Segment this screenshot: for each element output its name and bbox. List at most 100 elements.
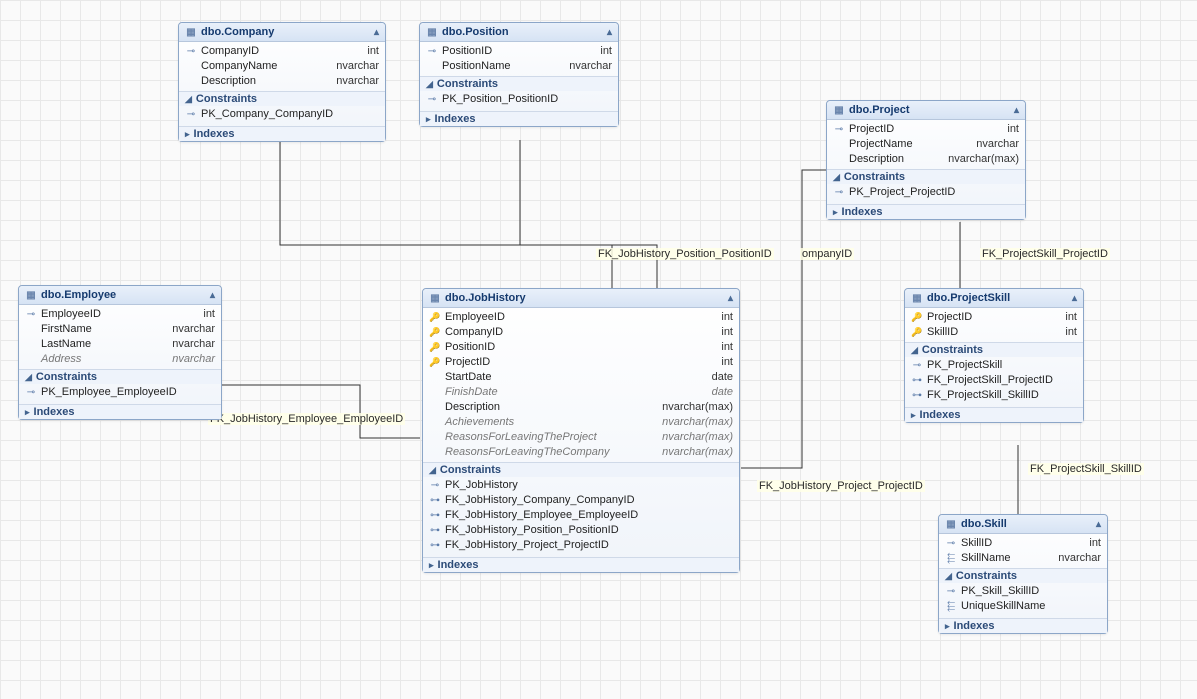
collapse-icon[interactable]: ▴: [374, 27, 379, 38]
table-name: dbo.JobHistory: [445, 292, 526, 304]
rel-label-jh-employee: FK_JobHistory_Employee_EmployeeID: [208, 413, 405, 425]
constraints-header[interactable]: ◢Constraints: [939, 569, 1107, 583]
constraint-row: PK_JobHistory: [423, 478, 739, 493]
column-row: PositionIDint: [420, 44, 618, 59]
table-title-jobhistory[interactable]: dbo.JobHistory ▴: [423, 289, 739, 308]
table-name: dbo.ProjectSkill: [927, 292, 1010, 304]
indexes-header[interactable]: ▸Indexes: [19, 405, 221, 419]
column-row: CompanyNamenvarchar: [179, 59, 385, 74]
indexes-header[interactable]: ▸Indexes: [939, 619, 1107, 633]
unique-icon: ⬱: [945, 551, 957, 566]
table-icon: [185, 27, 197, 38]
constraint-row: FK_JobHistory_Company_CompanyID: [423, 493, 739, 508]
constraint-row: PK_Company_CompanyID: [179, 107, 385, 122]
table-skill[interactable]: dbo.Skill ▴ SkillIDint ⬱SkillNamenvarcha…: [938, 514, 1108, 634]
indexes-header[interactable]: ▸Indexes: [420, 112, 618, 126]
rel-label-jh-project: FK_JobHistory_Project_ProjectID: [757, 480, 925, 492]
collapse-icon[interactable]: ▴: [1072, 293, 1077, 304]
column-row: Descriptionnvarchar: [179, 74, 385, 89]
column-row: FinishDatedate: [423, 385, 739, 400]
indexes-header[interactable]: ▸Indexes: [423, 558, 739, 572]
rel-label-jh-position: FK_JobHistory_Position_PositionID: [596, 248, 774, 260]
constraints-section: ◢Constraints PK_Company_CompanyID: [179, 91, 385, 124]
constraints-header[interactable]: ◢Constraints: [423, 463, 739, 477]
column-row: ReasonsForLeavingTheCompanynvarchar(max): [423, 445, 739, 460]
column-row: ProjectNamenvarchar: [827, 137, 1025, 152]
table-employee[interactable]: dbo.Employee ▴ EmployeeIDint FirstNamenv…: [18, 285, 222, 420]
collapse-icon[interactable]: ▴: [607, 27, 612, 38]
rel-label-ps-skill: FK_ProjectSkill_SkillID: [1028, 463, 1144, 475]
table-projectskill[interactable]: dbo.ProjectSkill ▴ ProjectIDint SkillIDi…: [904, 288, 1084, 423]
column-row: PositionIDint: [423, 340, 739, 355]
table-company[interactable]: dbo.Company ▴ CompanyIDint CompanyNamenv…: [178, 22, 386, 142]
table-name: dbo.Position: [442, 26, 509, 38]
column-row: ProjectIDint: [423, 355, 739, 370]
column-row: CompanyIDint: [423, 325, 739, 340]
column-row: Achievementsnvarchar(max): [423, 415, 739, 430]
column-row: ⬱SkillNamenvarchar: [939, 551, 1107, 566]
constraint-row: PK_Employee_EmployeeID: [19, 385, 221, 400]
table-project[interactable]: dbo.Project ▴ ProjectIDint ProjectNamenv…: [826, 100, 1026, 220]
table-title-skill[interactable]: dbo.Skill ▴: [939, 515, 1107, 534]
table-icon: [25, 290, 37, 301]
column-row: Addressnvarchar: [19, 352, 221, 367]
pk-icon: [426, 44, 438, 59]
constraints-header[interactable]: ◢Constraints: [905, 343, 1083, 357]
constraints-header[interactable]: ◢Constraints: [19, 370, 221, 384]
indexes-header[interactable]: ▸Indexes: [827, 205, 1025, 219]
constraint-row: FK_ProjectSkill_ProjectID: [905, 373, 1083, 388]
table-icon: [945, 519, 957, 530]
collapse-icon[interactable]: ▴: [1014, 105, 1019, 116]
constraint-row: FK_JobHistory_Project_ProjectID: [423, 538, 739, 553]
column-row: Descriptionnvarchar(max): [827, 152, 1025, 167]
column-row: PositionNamenvarchar: [420, 59, 618, 74]
table-position[interactable]: dbo.Position ▴ PositionIDint PositionNam…: [419, 22, 619, 127]
constraint-row: PK_ProjectSkill: [905, 358, 1083, 373]
table-title-employee[interactable]: dbo.Employee ▴: [19, 286, 221, 305]
column-row: ProjectIDint: [827, 122, 1025, 137]
table-title-company[interactable]: dbo.Company ▴: [179, 23, 385, 42]
constraint-row: FK_JobHistory_Position_PositionID: [423, 523, 739, 538]
column-row: LastNamenvarchar: [19, 337, 221, 352]
table-icon: [833, 105, 845, 116]
unique-icon: ⬱: [945, 599, 957, 614]
column-row: SkillIDint: [905, 325, 1083, 340]
rel-label-ps-project: FK_ProjectSkill_ProjectID: [980, 248, 1110, 260]
constraint-row: PK_Position_PositionID: [420, 92, 618, 107]
constraints-header[interactable]: ◢Constraints: [179, 92, 385, 106]
column-row: StartDatedate: [423, 370, 739, 385]
table-title-projectskill[interactable]: dbo.ProjectSkill ▴: [905, 289, 1083, 308]
collapse-icon[interactable]: ▴: [728, 293, 733, 304]
constraint-row: FK_JobHistory_Employee_EmployeeID: [423, 508, 739, 523]
column-row: ProjectIDint: [905, 310, 1083, 325]
constraint-row: PK_Project_ProjectID: [827, 185, 1025, 200]
constraints-header[interactable]: ◢Constraints: [827, 170, 1025, 184]
table-jobhistory[interactable]: dbo.JobHistory ▴ EmployeeIDint CompanyID…: [422, 288, 740, 573]
indexes-header[interactable]: ▸Indexes: [905, 408, 1083, 422]
constraint-row: FK_ProjectSkill_SkillID: [905, 388, 1083, 403]
collapse-icon[interactable]: ▴: [210, 290, 215, 301]
constraint-row: ⬱UniqueSkillName: [939, 599, 1107, 614]
table-title-position[interactable]: dbo.Position ▴: [420, 23, 618, 42]
columns: CompanyIDint CompanyNamenvarchar Descrip…: [179, 42, 385, 89]
pk-icon: [185, 44, 197, 59]
key-icon: [429, 310, 441, 325]
column-row: EmployeeIDint: [423, 310, 739, 325]
column-row: FirstNamenvarchar: [19, 322, 221, 337]
table-icon: [911, 293, 923, 304]
table-title-project[interactable]: dbo.Project ▴: [827, 101, 1025, 120]
rel-label-jh-company-suffix: ompanyID: [800, 248, 854, 260]
indexes-header[interactable]: ▸Indexes: [179, 127, 385, 141]
column-row: ReasonsForLeavingTheProjectnvarchar(max): [423, 430, 739, 445]
table-name: dbo.Project: [849, 104, 910, 116]
pk-icon: [185, 107, 197, 122]
fk-icon: [429, 493, 441, 508]
table-name: dbo.Company: [201, 26, 274, 38]
column-row: EmployeeIDint: [19, 307, 221, 322]
constraints-header[interactable]: ◢Constraints: [420, 77, 618, 91]
column-row: Descriptionnvarchar(max): [423, 400, 739, 415]
collapse-icon[interactable]: ▴: [1096, 519, 1101, 530]
table-name: dbo.Skill: [961, 518, 1007, 530]
table-name: dbo.Employee: [41, 289, 116, 301]
table-icon: [426, 27, 438, 38]
